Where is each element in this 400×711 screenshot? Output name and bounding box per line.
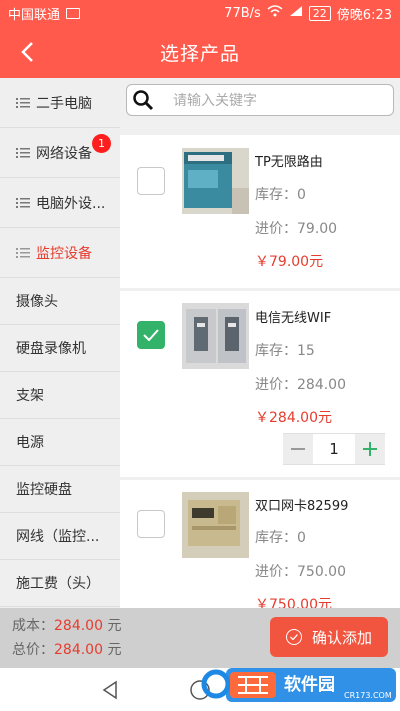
chevron-left-icon [21, 42, 33, 62]
search-bar[interactable]: 请输入关键字 [126, 84, 394, 116]
list-icon [16, 147, 30, 158]
product-item[interactable]: TP无限路由 库存：0 进价：79.00 ￥79.00元 [120, 135, 400, 288]
category-label: 网络设备 [36, 145, 92, 162]
product-image [182, 492, 249, 558]
cost-label: 成本： [12, 618, 54, 634]
product-item[interactable]: 电信无线WIF 库存：15 进价：284.00 ￥284.00元 1 [120, 291, 400, 477]
signal-icon [289, 5, 303, 21]
cost-unit: 元 [107, 618, 122, 634]
total-row: 总价：284.00 元 [12, 639, 121, 659]
product-list-panel: 请输入关键字 TP无限路由 库存：0 进价：79.00 ￥79.00元 电信无线… [120, 78, 400, 608]
category-item-used-computers[interactable]: 二手电脑 [0, 78, 120, 128]
category-sidebar: 二手电脑 网络设备 1 电脑外设... 监控设备 摄像头 硬盘录像机 支架 电源… [0, 78, 120, 608]
product-stock: 库存：0 [255, 530, 306, 546]
product-cost: 进价：79.00 [255, 221, 338, 237]
confirm-add-button[interactable]: 确认添加 [270, 617, 388, 657]
total-value: 284.00 [54, 642, 103, 658]
app-header: 选择产品 [0, 26, 400, 78]
subcategory-item[interactable]: 电源 [0, 419, 120, 466]
check-circle-icon [285, 629, 302, 645]
carrier-label: 中国联通 [8, 7, 61, 23]
select-checkbox[interactable] [137, 510, 165, 538]
product-image [182, 303, 249, 369]
product-name: TP无限路由 [255, 155, 323, 170]
subcategory-item[interactable]: 施工费（头） [0, 560, 120, 607]
product-price: ￥750.00元 [255, 597, 332, 608]
network-speed: 77B/s [224, 5, 261, 21]
total-unit: 元 [107, 642, 122, 658]
confirm-label: 确认添加 [311, 628, 372, 647]
back-button[interactable] [12, 26, 42, 78]
product-image [182, 148, 249, 214]
message-icon [66, 7, 81, 19]
list-icon [16, 97, 30, 108]
increment-button[interactable] [355, 434, 385, 464]
product-item[interactable]: 双口网卡82599 库存：0 进价：750.00 ￥750.00元 [120, 480, 400, 608]
product-name: 电信无线WIF [255, 311, 332, 326]
select-checkbox[interactable] [137, 167, 165, 195]
page-title: 选择产品 [159, 42, 240, 65]
product-stock: 库存：0 [255, 187, 306, 203]
category-item-surveillance[interactable]: 监控设备 [0, 228, 120, 278]
category-label: 电脑外设... [36, 195, 106, 212]
cost-value: 284.00 [54, 618, 103, 634]
clock: 傍晚6:23 [336, 7, 392, 23]
product-cost: 进价：750.00 [255, 564, 346, 580]
decrement-button[interactable] [283, 434, 313, 464]
back-nav-icon[interactable] [100, 680, 120, 700]
select-checkbox[interactable] [137, 321, 165, 349]
count-badge: 1 [92, 134, 111, 153]
quantity-value[interactable]: 1 [313, 434, 355, 464]
check-icon [143, 329, 159, 341]
watermark-brand: 软件园 [284, 674, 335, 695]
watermark-site: CR173.COM [344, 691, 392, 700]
subcategory-item[interactable]: 摄像头 [0, 278, 120, 325]
product-cost: 进价：284.00 [255, 377, 346, 393]
plus-icon [363, 442, 377, 456]
cost-row: 成本：284.00 元 [12, 615, 121, 635]
category-label: 监控设备 [36, 245, 92, 262]
subcategory-item[interactable]: 支架 [0, 372, 120, 419]
subcategory-item[interactable]: 监控硬盘 [0, 466, 120, 513]
product-name: 双口网卡82599 [255, 499, 349, 514]
category-item-network-devices[interactable]: 网络设备 1 [0, 128, 120, 178]
category-item-peripherals[interactable]: 电脑外设... [0, 178, 120, 228]
battery-indicator: 22 [308, 5, 331, 21]
product-price: ￥284.00元 [255, 410, 332, 426]
subcategory-item[interactable]: 网线（监控... [0, 513, 120, 560]
list-icon [16, 197, 30, 208]
minus-icon [291, 448, 305, 450]
list-icon [16, 247, 30, 258]
watermark-logo: 软件园 CR173.COM [200, 660, 396, 708]
status-bar: 中国联通 77B/s 22 傍晚6:23 [0, 0, 400, 26]
category-label: 二手电脑 [36, 95, 92, 112]
product-price: ￥79.00元 [255, 254, 324, 270]
product-stock: 库存：15 [255, 343, 315, 359]
search-icon[interactable] [127, 89, 159, 111]
search-input[interactable]: 请输入关键字 [173, 90, 257, 110]
subcategory-item[interactable]: 硬盘录像机 [0, 325, 120, 372]
wifi-icon [267, 5, 283, 21]
total-label: 总价： [12, 642, 54, 658]
quantity-stepper[interactable]: 1 [283, 433, 385, 465]
